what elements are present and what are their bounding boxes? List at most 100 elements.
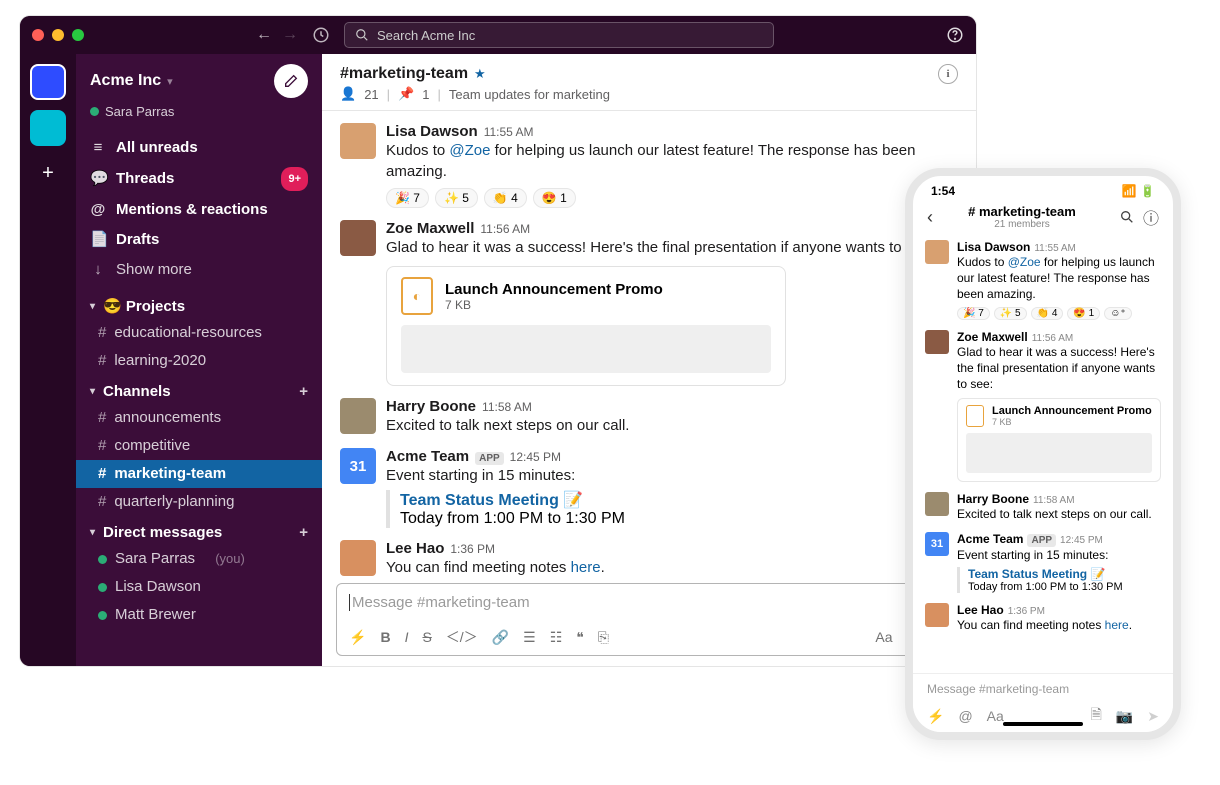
message-author[interactable]: Harry Boone bbox=[386, 398, 476, 415]
reaction-pill[interactable]: 🎉 7 bbox=[386, 188, 429, 208]
history-icon[interactable] bbox=[312, 26, 330, 44]
help-icon[interactable] bbox=[946, 26, 964, 44]
avatar[interactable]: 31 bbox=[340, 448, 376, 484]
workspace-switch-2[interactable] bbox=[30, 110, 66, 146]
avatar[interactable] bbox=[925, 240, 949, 264]
search-input[interactable]: Search Acme Inc bbox=[344, 22, 774, 48]
reaction-pill[interactable]: 👏 4 bbox=[484, 188, 527, 208]
reaction-pill[interactable]: 🎉 7 bbox=[957, 307, 990, 320]
reaction-pill[interactable]: 👏 4 bbox=[1031, 307, 1064, 320]
reaction-pill[interactable]: 😍 1 bbox=[533, 188, 576, 208]
sidebar-item-quarterly-planning[interactable]: #quarterly-planning bbox=[76, 488, 322, 516]
ordered-list-icon[interactable]: ☰ bbox=[523, 629, 536, 646]
sidebar-item-learning-2020[interactable]: #learning-2020 bbox=[76, 347, 322, 375]
dm-lisa-dawson[interactable]: Lisa Dawson bbox=[76, 573, 322, 601]
composer-input[interactable]: Message #marketing-team bbox=[337, 584, 961, 621]
member-count[interactable]: 21 bbox=[364, 87, 378, 102]
channel-name[interactable]: #marketing-team bbox=[340, 65, 468, 83]
file-attachment[interactable]: Launch Announcement Promo7 KB bbox=[957, 398, 1161, 482]
workspace-name[interactable]: Acme Inc bbox=[90, 72, 161, 90]
inline-link[interactable]: here bbox=[1105, 618, 1129, 632]
mobile-channel-name[interactable]: # marketing-team bbox=[933, 204, 1111, 219]
bullet-list-icon[interactable]: ☷ bbox=[550, 629, 563, 646]
avatar[interactable]: 31 bbox=[925, 532, 949, 556]
reaction-pill[interactable]: ✨ 5 bbox=[435, 188, 478, 208]
nav-unreads[interactable]: ≡All unreads bbox=[76, 133, 322, 163]
workspace-switch-1[interactable] bbox=[30, 64, 66, 100]
inline-link[interactable]: here bbox=[571, 559, 601, 576]
camera-icon[interactable]: 📷 bbox=[1116, 708, 1133, 725]
file-attachment[interactable]: Launch Announcement Promo7 KB bbox=[386, 266, 786, 386]
message-composer[interactable]: Message #marketing-team ⚡ B I S ＜/＞ 🔗 ☰ … bbox=[336, 583, 962, 656]
strike-icon[interactable]: S bbox=[422, 629, 431, 645]
section-channels[interactable]: ▾Channels+ bbox=[76, 375, 322, 404]
user-presence[interactable]: Sara Parras bbox=[76, 104, 322, 129]
blockquote-icon[interactable]: ❝ bbox=[576, 629, 584, 646]
event-block[interactable]: Team Status Meeting 📝Today from 1:00 PM … bbox=[957, 567, 1161, 593]
search-icon[interactable] bbox=[1119, 209, 1135, 225]
minimize-icon[interactable] bbox=[52, 29, 64, 41]
compose-button[interactable] bbox=[274, 64, 308, 98]
mention-link[interactable]: @Zoe bbox=[449, 142, 490, 159]
event-block[interactable]: Team Status Meeting 📝Today from 1:00 PM … bbox=[386, 490, 958, 528]
italic-icon[interactable]: I bbox=[405, 629, 409, 645]
avatar[interactable] bbox=[340, 540, 376, 576]
add-workspace-button[interactable]: + bbox=[42, 162, 54, 185]
nav-threads[interactable]: 💬Threads9+ bbox=[76, 163, 322, 195]
add-reaction-button[interactable]: ☺⁺ bbox=[1104, 307, 1132, 320]
message-author[interactable]: Lisa Dawson bbox=[386, 123, 478, 140]
nav-show-more[interactable]: ↓Show more bbox=[76, 255, 322, 285]
add-dm-button[interactable]: + bbox=[299, 524, 308, 541]
close-icon[interactable] bbox=[32, 29, 44, 41]
avatar[interactable] bbox=[925, 603, 949, 627]
section-projects[interactable]: ▾😎 Projects bbox=[76, 289, 322, 319]
sidebar-item-educational-resources[interactable]: #educational-resources bbox=[76, 319, 322, 347]
message-author[interactable]: Acme Team bbox=[386, 448, 469, 465]
link-icon[interactable]: 🔗 bbox=[492, 629, 509, 646]
bold-icon[interactable]: B bbox=[380, 629, 390, 645]
sidebar-item-announcements[interactable]: #announcements bbox=[76, 404, 322, 432]
mention-link[interactable]: @Zoe bbox=[1008, 255, 1041, 269]
message-author[interactable]: Acme Team bbox=[957, 532, 1023, 546]
sidebar-item-competitive[interactable]: #competitive bbox=[76, 432, 322, 460]
attach-icon[interactable]: 🗎 bbox=[1091, 704, 1102, 728]
sidebar-item-marketing-team[interactable]: #marketing-team bbox=[76, 460, 322, 488]
avatar[interactable] bbox=[340, 123, 376, 159]
avatar[interactable] bbox=[925, 492, 949, 516]
format-icon[interactable]: Aa bbox=[875, 629, 892, 645]
avatar[interactable] bbox=[340, 398, 376, 434]
format-icon[interactable]: Aa bbox=[987, 708, 1004, 724]
avatar[interactable] bbox=[340, 220, 376, 256]
message-author[interactable]: Zoe Maxwell bbox=[957, 330, 1028, 344]
event-title[interactable]: Team Status Meeting 📝 bbox=[968, 567, 1161, 581]
send-icon[interactable]: ➤ bbox=[1147, 708, 1159, 725]
event-title[interactable]: Team Status Meeting 📝 bbox=[400, 490, 958, 510]
forward-arrow-icon[interactable]: → bbox=[282, 26, 298, 44]
dm-matt-brewer[interactable]: Matt Brewer bbox=[76, 601, 322, 629]
zoom-icon[interactable] bbox=[72, 29, 84, 41]
nav-mentions[interactable]: @Mentions & reactions bbox=[76, 195, 322, 225]
pin-count[interactable]: 1 bbox=[422, 87, 429, 102]
message-author[interactable]: Harry Boone bbox=[957, 492, 1029, 506]
code-icon[interactable]: ＜/＞ bbox=[446, 627, 478, 647]
reaction-pill[interactable]: 😍 1 bbox=[1067, 307, 1100, 320]
star-icon[interactable]: ★ bbox=[474, 66, 486, 82]
shortcuts-icon[interactable]: ⚡ bbox=[349, 629, 366, 646]
mention-button-icon[interactable]: @ bbox=[958, 708, 972, 724]
back-arrow-icon[interactable]: ← bbox=[256, 26, 272, 44]
info-icon[interactable]: i bbox=[938, 64, 958, 84]
dm-sara-parras[interactable]: Sara Parras (you) bbox=[76, 545, 322, 573]
message-author[interactable]: Lee Hao bbox=[957, 603, 1004, 617]
channel-topic[interactable]: Team updates for marketing bbox=[449, 87, 610, 102]
message-author[interactable]: Lisa Dawson bbox=[957, 240, 1030, 254]
info-icon[interactable]: ⓘ bbox=[1143, 205, 1159, 229]
nav-drafts[interactable]: 📄Drafts bbox=[76, 225, 322, 255]
codeblock-icon[interactable]: ⎘ bbox=[598, 629, 609, 646]
message-author[interactable]: Lee Hao bbox=[386, 540, 444, 557]
section-dms[interactable]: ▾Direct messages+ bbox=[76, 516, 322, 545]
add-channel-button[interactable]: + bbox=[299, 383, 308, 400]
message-author[interactable]: Zoe Maxwell bbox=[386, 220, 474, 237]
shortcuts-icon[interactable]: ⚡ bbox=[927, 708, 944, 725]
avatar[interactable] bbox=[925, 330, 949, 354]
reaction-pill[interactable]: ✨ 5 bbox=[994, 307, 1027, 320]
